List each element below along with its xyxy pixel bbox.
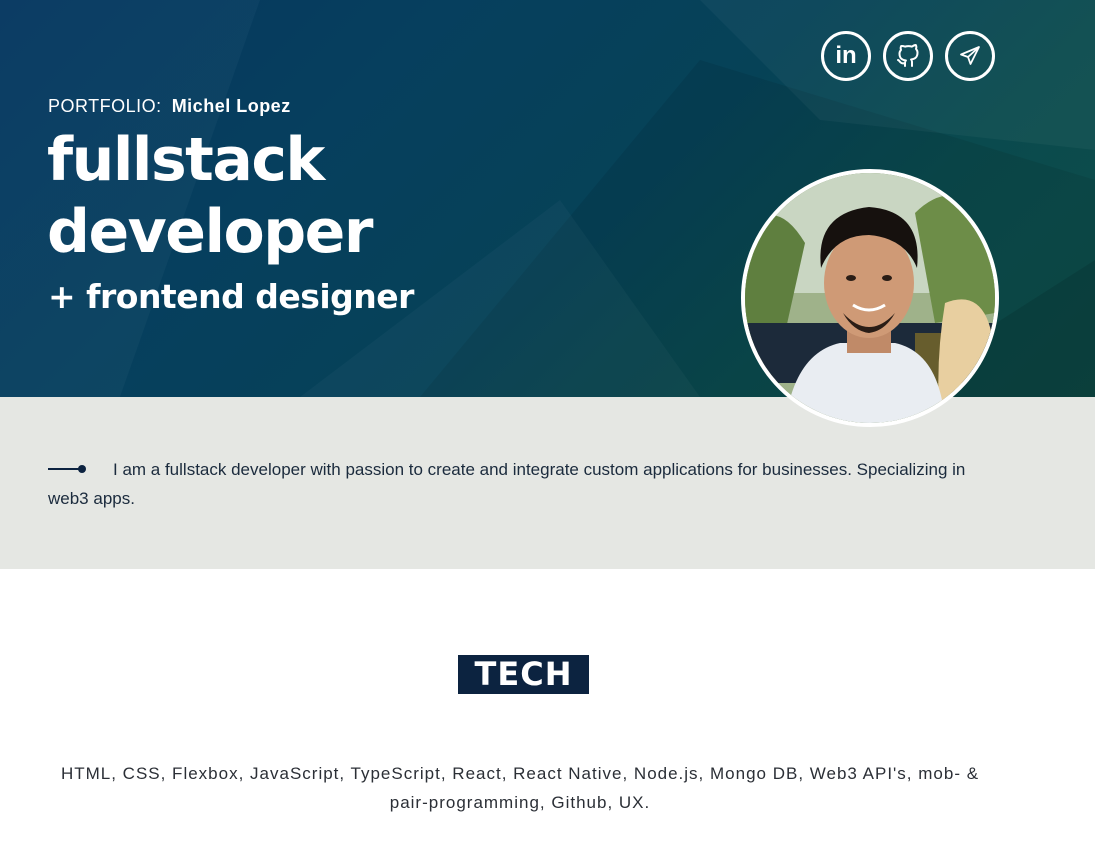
page-subtitle: + frontend designer [48, 277, 414, 316]
linkedin-icon: in [835, 41, 857, 69]
portfolio-label-line: PORTFOLIO: Michel Lopez [48, 96, 291, 117]
title-line-1: fullstack [47, 125, 325, 195]
github-button[interactable] [883, 31, 933, 81]
tech-heading: TECH [458, 655, 589, 694]
title-line-2: developer [47, 197, 373, 267]
send-message-button[interactable] [945, 31, 995, 81]
github-icon [897, 44, 919, 67]
intro-text: I am a fullstack developer with passion … [48, 460, 966, 508]
profile-photo-illustration [745, 173, 995, 423]
linkedin-button[interactable]: in [821, 31, 871, 81]
portfolio-label: PORTFOLIO: [48, 96, 162, 116]
tech-list-text: HTML, CSS, Flexbox, JavaScript, TypeScri… [60, 764, 980, 812]
profile-photo [741, 169, 999, 427]
owner-name: Michel Lopez [171, 96, 291, 116]
page-title: fullstack developer [47, 124, 373, 268]
paper-plane-icon [960, 46, 980, 65]
